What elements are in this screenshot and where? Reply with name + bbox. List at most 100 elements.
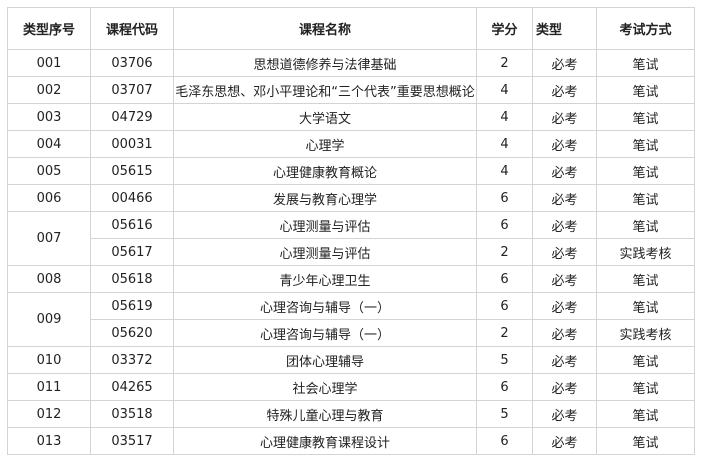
cell-credit: 4 [476, 103, 533, 131]
cell-type: 必考 [532, 76, 597, 104]
table-row: 006 00466 发展与教育心理学 6 必考 笔试 [7, 184, 695, 212]
table-row: 007 05616 心理测量与评估 6 必考 笔试 [7, 211, 695, 266]
cell-seq: 011 [7, 373, 91, 401]
cell-code: 05619 [90, 292, 174, 320]
cell-type: 必考 [532, 400, 597, 428]
cell-exam: 笔试 [596, 373, 695, 401]
table-header-row: 类型序号 课程代码 课程名称 学分 类型 考试方式 [7, 7, 695, 50]
cell-type: 必考 [532, 238, 597, 266]
table-row: 004 00031 心理学 4 必考 笔试 [7, 130, 695, 158]
cell-type: 必考 [532, 319, 597, 347]
header-type: 类型 [532, 7, 597, 50]
cell-seq: 009 [7, 292, 91, 347]
cell-exam: 笔试 [596, 265, 695, 293]
cell-exam: 笔试 [596, 400, 695, 428]
cell-credit: 2 [476, 319, 533, 347]
table-row: 009 05619 心理咨询与辅导（一） 6 必考 笔试 [7, 292, 695, 347]
table-row: 011 04265 社会心理学 6 必考 笔试 [7, 373, 695, 401]
header-credit: 学分 [476, 7, 533, 50]
cell-code: 05616 [90, 211, 174, 239]
cell-type: 必考 [532, 157, 597, 185]
header-exam: 考试方式 [596, 7, 695, 50]
cell-type: 必考 [532, 373, 597, 401]
cell-credit: 2 [476, 49, 533, 77]
cell-exam: 笔试 [596, 103, 695, 131]
cell-type: 必考 [532, 265, 597, 293]
cell-credit: 5 [476, 346, 533, 374]
cell-name: 发展与教育心理学 [173, 184, 477, 212]
table-row: 05620 心理咨询与辅导（一） 2 必考 实践考核 [8, 319, 695, 347]
cell-name: 心理健康教育概论 [173, 157, 477, 185]
cell-code: 00031 [90, 130, 174, 158]
cell-name: 团体心理辅导 [173, 346, 477, 374]
cell-exam: 笔试 [596, 292, 695, 320]
cell-type: 必考 [532, 211, 597, 239]
cell-seq: 003 [7, 103, 91, 131]
cell-credit: 6 [476, 184, 533, 212]
cell-type: 必考 [532, 103, 597, 131]
cell-exam: 实践考核 [596, 238, 695, 266]
cell-exam: 笔试 [596, 427, 695, 455]
cell-exam: 笔试 [596, 184, 695, 212]
table-body: 001 03706 思想道德修养与法律基础 2 必考 笔试 002 03707 毛泽东思想、邓小… [7, 49, 695, 455]
table-row: 002 03707 毛泽东思想、邓小平理论和“三个代表”重要思想概论 4 必考 笔试 [7, 76, 695, 104]
table-row: 001 03706 思想道德修养与法律基础 2 必考 笔试 [7, 49, 695, 77]
cell-credit: 6 [476, 211, 533, 239]
cell-name: 特殊儿童心理与教育 [173, 400, 477, 428]
cell-name: 社会心理学 [173, 373, 477, 401]
header-name: 课程名称 [173, 7, 477, 50]
cell-type: 必考 [532, 49, 597, 77]
cell-code: 04265 [90, 373, 174, 401]
cell-code: 03372 [90, 346, 174, 374]
cell-seq: 006 [7, 184, 91, 212]
cell-credit: 6 [476, 265, 533, 293]
cell-seq: 002 [7, 76, 91, 104]
cell-type: 必考 [532, 346, 597, 374]
cell-name: 毛泽东思想、邓小平理论和“三个代表”重要思想概论 [173, 76, 477, 104]
cell-name: 心理测量与评估 [173, 238, 477, 266]
cell-credit: 4 [476, 76, 533, 104]
cell-name: 思想道德修养与法律基础 [173, 49, 477, 77]
course-table-wrapper: 类型序号 课程代码 课程名称 学分 类型 考试方式 001 03706 思想道德修养… [7, 7, 695, 455]
cell-exam: 笔试 [596, 211, 695, 239]
cell-credit: 6 [476, 292, 533, 320]
cell-credit: 5 [476, 400, 533, 428]
cell-code: 05620 [90, 319, 174, 347]
cell-type: 必考 [532, 427, 597, 455]
cell-seq: 013 [7, 427, 91, 455]
table-row: 008 05618 青少年心理卫生 6 必考 笔试 [7, 265, 695, 293]
table-row: 012 03518 特殊儿童心理与教育 5 必考 笔试 [7, 400, 695, 428]
header-code: 课程代码 [90, 7, 174, 50]
cell-type: 必考 [532, 184, 597, 212]
cell-seq: 012 [7, 400, 91, 428]
cell-code: 03518 [90, 400, 174, 428]
cell-name: 青少年心理卫生 [173, 265, 477, 293]
cell-exam: 笔试 [596, 346, 695, 374]
table-row: 010 03372 团体心理辅导 5 必考 笔试 [7, 346, 695, 374]
cell-code: 04729 [90, 103, 174, 131]
cell-type: 必考 [532, 292, 597, 320]
header-seq: 类型序号 [7, 7, 91, 50]
cell-exam: 笔试 [596, 49, 695, 77]
cell-name: 大学语文 [173, 103, 477, 131]
cell-credit: 4 [476, 130, 533, 158]
table-row: 013 03517 心理健康教育课程设计 6 必考 笔试 [7, 427, 695, 455]
cell-code: 05618 [90, 265, 174, 293]
cell-name: 心理测量与评估 [173, 211, 477, 239]
cell-seq: 008 [7, 265, 91, 293]
cell-name: 心理学 [173, 130, 477, 158]
cell-credit: 2 [476, 238, 533, 266]
cell-code: 03706 [90, 49, 174, 77]
cell-seq: 010 [7, 346, 91, 374]
table-row: 05617 心理测量与评估 2 必考 实践考核 [8, 238, 695, 266]
cell-seq: 001 [7, 49, 91, 77]
cell-code: 03707 [90, 76, 174, 104]
cell-name: 心理健康教育课程设计 [173, 427, 477, 455]
cell-seq: 007 [7, 211, 91, 266]
cell-exam: 笔试 [596, 130, 695, 158]
cell-type: 必考 [532, 130, 597, 158]
cell-name: 心理咨询与辅导（一） [173, 319, 477, 347]
cell-credit: 4 [476, 157, 533, 185]
cell-code: 00466 [90, 184, 174, 212]
cell-credit: 6 [476, 427, 533, 455]
